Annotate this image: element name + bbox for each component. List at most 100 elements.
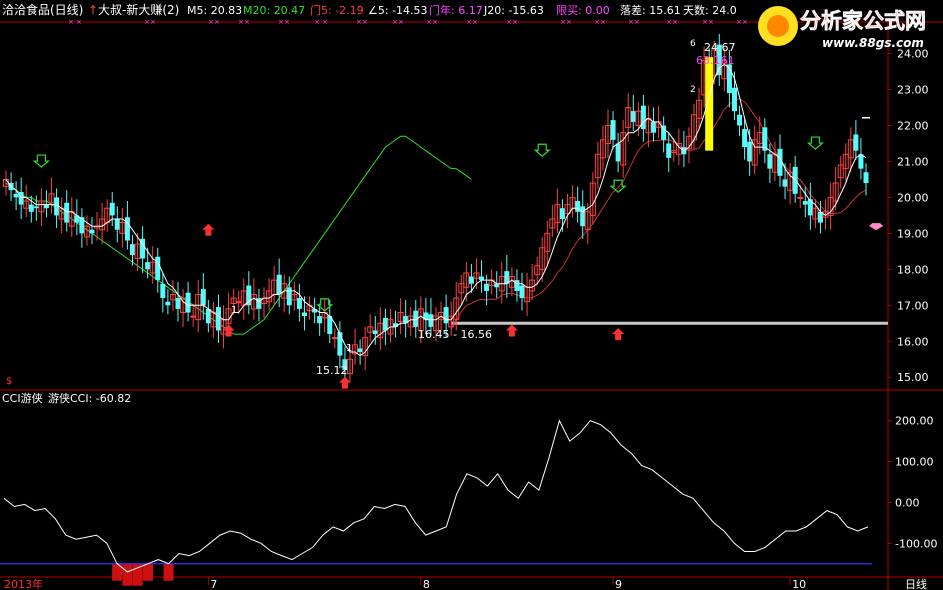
candle-body-down	[145, 262, 151, 270]
candle-body-down	[802, 201, 808, 205]
header-field: 门年: 6.17	[429, 3, 483, 17]
candle-body-down	[737, 114, 743, 126]
candle-body-down	[200, 289, 206, 306]
price-tick-label: 21.00	[897, 155, 929, 168]
range-label: 16.45 - 16.56	[418, 328, 492, 341]
signal-x-mark: ×	[600, 18, 606, 26]
price-tick-label: 24.00	[897, 48, 929, 61]
header-field: 落差: 15.61	[620, 3, 681, 17]
watermark-title: 分析家公式网	[800, 9, 926, 33]
candle-body-down	[185, 292, 191, 313]
header-field: M5: 20.83	[187, 4, 242, 17]
candle-body-down	[782, 179, 788, 187]
high-sub-label: 63.161	[696, 54, 735, 67]
cci-tick-label: 200.00	[895, 415, 934, 428]
candle-body-down	[428, 314, 434, 327]
signal-x-mark: ×	[150, 18, 156, 26]
candle-body-down	[246, 285, 252, 306]
price-tick-label: 23.00	[897, 84, 929, 97]
candle-body-up	[797, 196, 804, 199]
signal-x-mark: ×	[356, 18, 362, 26]
candle-body-down	[468, 276, 474, 284]
stock-chart: 洽洽食品(日线) ↑ 大叔-新大赚(2) M5: 20.83 M20: 20.47…	[0, 0, 943, 590]
cci-tick-label: 100.00	[895, 456, 934, 469]
candle-body-down	[661, 125, 667, 140]
candle-body-down	[504, 271, 510, 284]
price-tick-label: 17.00	[897, 299, 929, 312]
candle-body-down	[731, 87, 737, 112]
indicator-title: 大叔-新大赚(2)	[98, 2, 179, 17]
logo-center-icon	[767, 15, 789, 37]
header-field: J20: -15.63	[483, 4, 544, 17]
candle-body-down	[165, 301, 171, 306]
signal-x-mark: ×	[594, 18, 600, 26]
candle-body-down	[484, 283, 490, 291]
header-field: 限买: 0.00	[556, 4, 610, 17]
candle-body-down	[43, 204, 49, 209]
candle-body-down	[767, 154, 773, 169]
month-label: 8	[423, 578, 430, 590]
signal-x-mark: ×	[284, 18, 290, 26]
candle-body-down	[610, 120, 616, 140]
candle-body-down	[357, 348, 363, 353]
cci-block	[122, 563, 133, 586]
year-label: 2013年	[4, 577, 43, 590]
candle-body-down	[175, 298, 181, 309]
candle-body-down	[79, 217, 85, 234]
candle-body-down	[479, 276, 485, 281]
cci-tick-label: -100.00	[895, 537, 937, 550]
cci-tick-label: 0.00	[895, 496, 920, 509]
highlight-bar	[705, 57, 714, 151]
price-tick-label: 18.00	[897, 263, 929, 276]
candle-body-down	[580, 206, 586, 227]
candle-body-down	[18, 192, 24, 205]
candle-body-down	[651, 121, 657, 133]
candle-body-down	[494, 283, 500, 288]
signal-x-mark: ×	[472, 18, 478, 26]
price-tick-label: 19.00	[897, 227, 929, 240]
candle-body-down	[256, 298, 262, 309]
signal-x-mark: ×	[512, 18, 518, 26]
signal-x-mark: ×	[426, 18, 432, 26]
candle-body-down	[863, 172, 869, 184]
cci-block	[143, 563, 153, 581]
chart-background	[0, 0, 943, 590]
candle-body-down	[519, 285, 525, 299]
candle-body-down	[372, 330, 378, 335]
candle-body-down	[630, 111, 636, 122]
dollar-icon: $	[6, 376, 12, 387]
candle-body-down	[296, 298, 302, 309]
high-price-label: 24.67	[704, 41, 736, 54]
candle-body-down	[109, 202, 115, 216]
candle-body-down	[559, 208, 565, 219]
signal-x-mark: ×	[672, 18, 678, 26]
watermark: 分析家公式网 www.88gs.com	[758, 6, 926, 50]
candle-body-down	[215, 307, 221, 331]
candle-body-down	[575, 201, 581, 212]
candle-body-down	[382, 317, 388, 331]
candle-body-down	[276, 274, 282, 295]
price-tick-label: 16.00	[897, 335, 929, 348]
candle-body-down	[89, 229, 95, 234]
marker-one-a: 1	[231, 305, 237, 316]
low-price-label: 15.12	[316, 364, 348, 377]
signal-x-mark: ×	[238, 18, 244, 26]
arrow-up-icon: ↑	[88, 3, 98, 17]
candle-body-down	[747, 141, 753, 162]
price-tick-label: 15.00	[897, 371, 929, 384]
marker-one-b: 1	[346, 343, 352, 354]
signal-x-mark: ×	[466, 18, 472, 26]
candle-body-down	[666, 143, 672, 158]
candle-body-up	[331, 337, 338, 340]
signal-x-mark: ×	[144, 18, 150, 26]
period-label[interactable]: 日线	[905, 577, 927, 590]
candle-body-down	[514, 280, 520, 291]
candle-body-up	[190, 315, 197, 318]
signal-x-mark: ×	[392, 18, 398, 26]
candle-body-down	[853, 134, 859, 151]
header-field: M20: 20.47	[243, 4, 305, 17]
cci-value-label: 游侠CCI: -60.82	[48, 392, 131, 405]
signal-x-mark: ×	[432, 18, 438, 26]
signal-x-mark: ×	[214, 18, 220, 26]
stock-title: 洽洽食品(日线)	[2, 2, 83, 17]
